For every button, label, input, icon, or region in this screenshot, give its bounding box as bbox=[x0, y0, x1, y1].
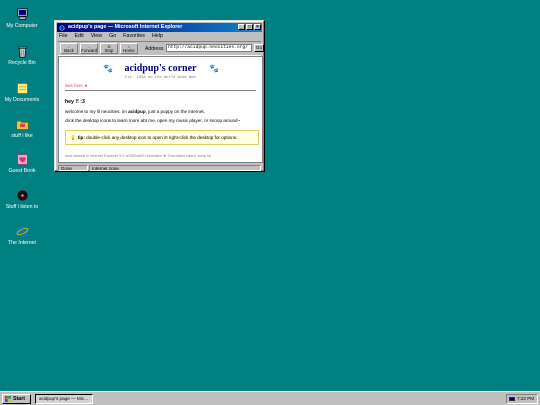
go-button[interactable]: Go bbox=[254, 44, 264, 52]
tip-label: tip: bbox=[77, 135, 85, 140]
status-bar: Done Internet zone bbox=[58, 165, 261, 171]
maximize-button[interactable]: □ bbox=[246, 24, 253, 30]
desktop-icon-label: My Documents bbox=[4, 97, 40, 103]
forward-button[interactable]: → Forward bbox=[80, 43, 98, 54]
back-button[interactable]: ← Back bbox=[60, 43, 78, 54]
menu-edit[interactable]: Edit bbox=[74, 33, 85, 40]
desktop-icon-recycle-bin[interactable]: Recycle Bin bbox=[0, 45, 44, 66]
status-zone: Internet zone bbox=[89, 165, 261, 171]
clock: 7:22 PM bbox=[517, 396, 535, 401]
my-documents-icon bbox=[16, 83, 28, 94]
desktop-icon-stuff-i-like[interactable]: stuff i like bbox=[0, 118, 44, 139]
close-button[interactable]: × bbox=[254, 24, 261, 30]
window-title: acidpup's page — Microsoft Internet Expl… bbox=[68, 24, 183, 30]
folder-icon bbox=[16, 120, 28, 130]
tip-box: 💡 tip: double-click any desktop icon to o… bbox=[65, 130, 259, 145]
music-player-icon bbox=[16, 189, 28, 202]
menu-go[interactable]: Go bbox=[108, 33, 117, 40]
status-text: Done bbox=[58, 165, 88, 171]
desktop-icon-label: Guest Book bbox=[8, 168, 36, 174]
system-tray: 7:22 PM bbox=[506, 394, 538, 404]
instructions-text: click the desktop icons to learn more ab… bbox=[65, 118, 241, 123]
tip-text: double-click any desktop icon to open it… bbox=[84, 135, 238, 140]
internet-explorer-icon bbox=[59, 24, 65, 31]
menu-favorites[interactable]: Favorites bbox=[122, 33, 146, 40]
browser-window[interactable]: acidpup's page — Microsoft Internet Expl… bbox=[54, 20, 265, 172]
desktop-icon-label: Stuff i listen to bbox=[5, 204, 39, 210]
desktop-icon-guest-book[interactable]: Guest Book bbox=[0, 153, 44, 174]
stop-button[interactable]: ⊗ Stop bbox=[100, 43, 118, 54]
divider bbox=[65, 90, 256, 92]
greeting-heading: hey !! :3 bbox=[65, 99, 85, 105]
desktop-icon-label: My Computer bbox=[6, 23, 38, 29]
desktop-icon-label: stuff i like bbox=[11, 133, 33, 139]
welcome-suffix: , just a puppy on the internet. bbox=[145, 109, 205, 114]
desktop-icon-label: The Internet bbox=[8, 240, 36, 246]
home-label: Home bbox=[123, 48, 135, 53]
desktop-icon-the-internet[interactable]: The Internet bbox=[0, 225, 44, 246]
address-input[interactable]: http://acidpup.neocities.org/ bbox=[166, 44, 252, 52]
lightbulb-icon: 💡 bbox=[70, 135, 76, 140]
desktop-icon-stuff-i-listen-to[interactable]: Stuff i listen to bbox=[0, 189, 44, 210]
guestbook-heart-icon bbox=[16, 154, 28, 165]
desktop-icon-label: Recycle Bin bbox=[8, 60, 36, 66]
home-button[interactable]: ⌂ Home bbox=[120, 43, 138, 54]
desktop-icon-my-computer[interactable]: My Computer bbox=[0, 8, 44, 29]
address-label: Address bbox=[145, 46, 164, 52]
menu-bar: File Edit View Go Favorites Help bbox=[58, 33, 164, 40]
menu-file[interactable]: File bbox=[58, 33, 69, 40]
taskbar: Start acidpup's page — Mic... 7:22 PM bbox=[0, 391, 540, 405]
paw-icon: 🐾 bbox=[209, 64, 219, 73]
start-button[interactable]: Start bbox=[2, 394, 31, 404]
my-computer-icon bbox=[16, 8, 28, 20]
page-title: acidpup's corner bbox=[124, 63, 197, 74]
internet-explorer-icon bbox=[16, 226, 28, 237]
menu-view[interactable]: View bbox=[90, 33, 103, 40]
menu-help[interactable]: Help bbox=[151, 33, 164, 40]
stop-label: Stop bbox=[104, 48, 114, 53]
was-here-link[interactable]: was here ★ bbox=[65, 83, 88, 89]
page-subtitle: Est. 1998 on the World Wide Web bbox=[125, 76, 196, 80]
welcome-prefix: welcome to my lil neocities. im bbox=[65, 109, 129, 114]
minimize-button[interactable]: _ bbox=[238, 24, 245, 30]
windows-logo-icon bbox=[5, 396, 11, 402]
page-content: 🐾 acidpup's corner 🐾 Est. 1998 on the Wo… bbox=[58, 56, 263, 163]
monitor-tray-icon[interactable] bbox=[509, 397, 515, 401]
back-label: Back bbox=[64, 48, 74, 53]
footer-note: best viewed in Internet Explorer 5.0 at … bbox=[65, 154, 211, 158]
taskbar-window-button[interactable]: acidpup's page — Mic... bbox=[35, 394, 93, 404]
welcome-text: welcome to my lil neocities. im acidpup,… bbox=[65, 109, 205, 114]
desktop-icon-my-documents[interactable]: My Documents bbox=[0, 82, 44, 103]
toolbar: ← Back → Forward ⊗ Stop ⌂ Home Address h… bbox=[58, 41, 264, 56]
window-titlebar[interactable]: acidpup's page — Microsoft Internet Expl… bbox=[57, 23, 262, 32]
forward-label: Forward bbox=[81, 48, 98, 53]
username: acidpup bbox=[128, 109, 146, 114]
start-label: Start bbox=[13, 396, 26, 402]
recycle-bin-icon bbox=[17, 46, 27, 58]
